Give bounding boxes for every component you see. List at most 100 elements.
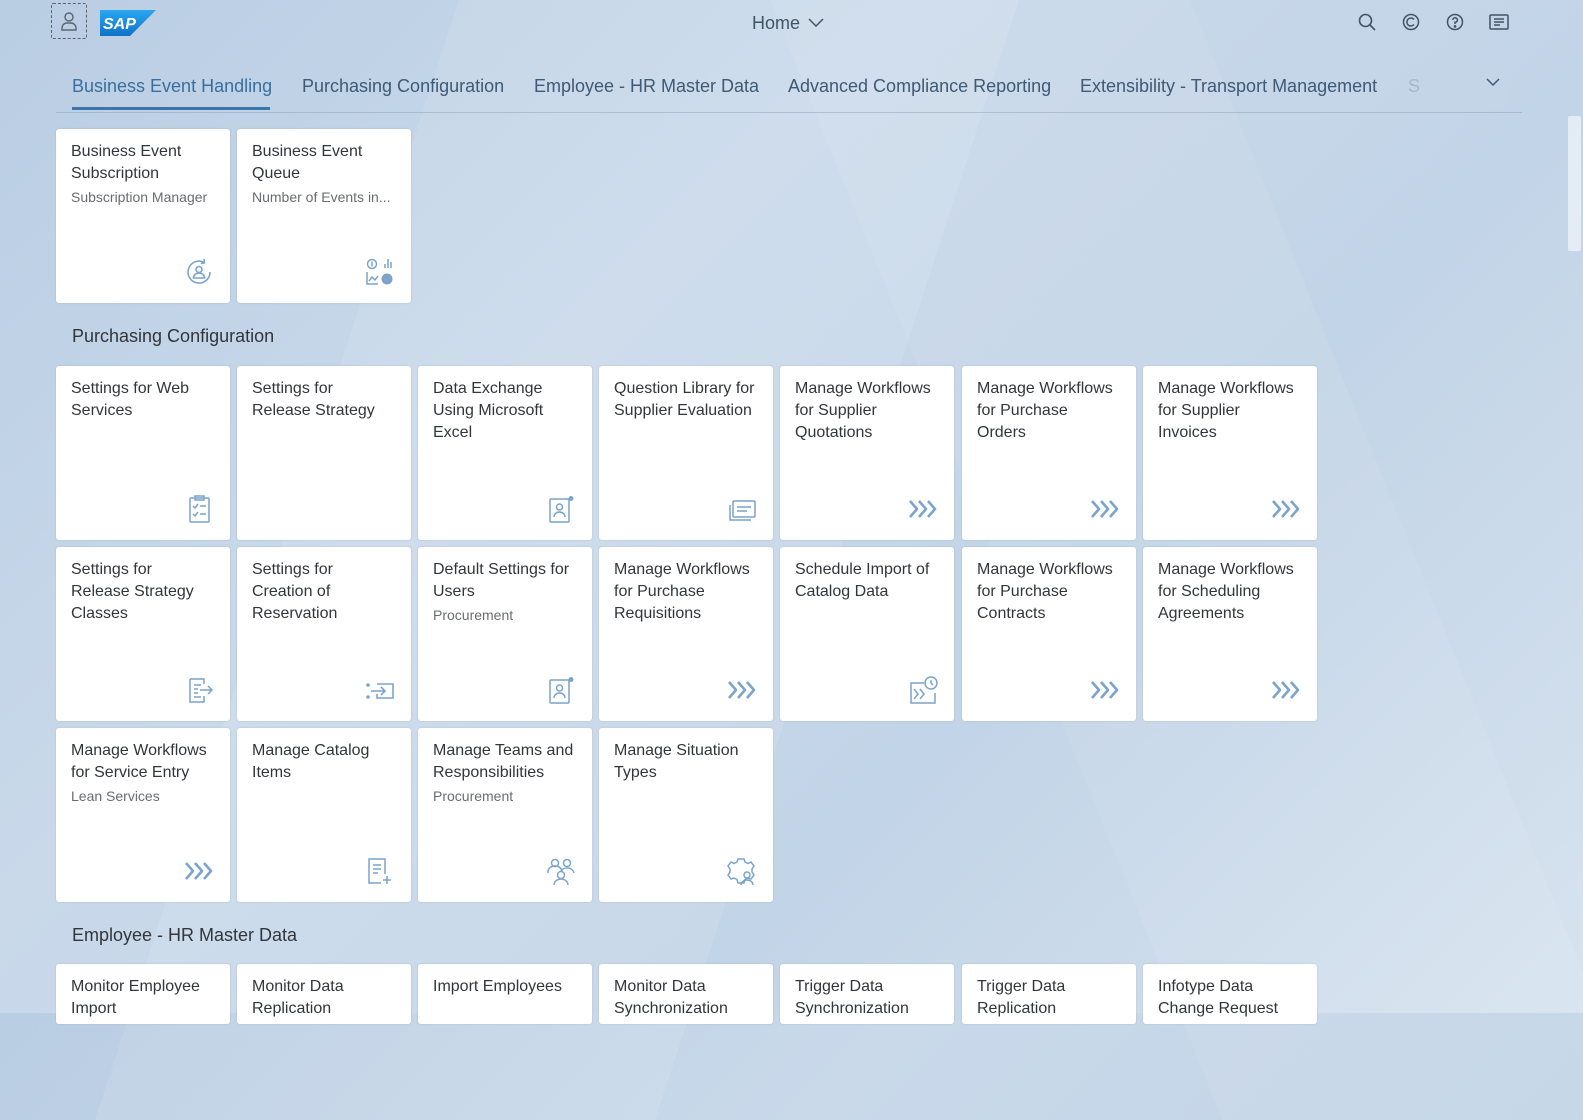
tile-manage-catalog-items[interactable]: Manage Catalog Items bbox=[237, 728, 411, 902]
tile-title: Manage Workflows for Scheduling Agreemen… bbox=[1158, 561, 1294, 622]
document-arrow-icon bbox=[184, 675, 214, 705]
tile-business-event-queue[interactable]: Business Event Queue Number of Events in… bbox=[237, 129, 411, 303]
tile-title: Manage Workflows for Supplier Quotations bbox=[795, 380, 931, 441]
copilot-icon bbox=[1402, 13, 1420, 31]
search-icon bbox=[1358, 13, 1376, 31]
tile-title: Schedule Import of Catalog Data bbox=[795, 561, 930, 600]
tile-title: Infotype Data Change Request bbox=[1158, 978, 1279, 1017]
tile-workflows-purchase-requisitions[interactable]: Manage Workflows for Purchase Requisitio… bbox=[599, 547, 773, 721]
tile-import-employees[interactable]: Import Employees bbox=[418, 964, 592, 1024]
tile-title: Manage Workflows for Supplier Invoices bbox=[1158, 380, 1294, 441]
tab-extensibility-transport-management[interactable]: Extensibility - Transport Management bbox=[1080, 76, 1377, 97]
workflow-icon bbox=[184, 856, 214, 886]
add-document-icon bbox=[365, 856, 395, 886]
tile-workflows-supplier-invoices[interactable]: Manage Workflows for Supplier Invoices bbox=[1143, 366, 1317, 540]
copilot-button[interactable] bbox=[1400, 11, 1422, 33]
tile-monitor-employee-import[interactable]: Monitor Employee Import bbox=[56, 964, 230, 1024]
checklist-icon bbox=[184, 494, 214, 524]
subscription-icon bbox=[184, 257, 214, 287]
tile-default-settings-users[interactable]: Default Settings for Users Procurement bbox=[418, 547, 592, 721]
home-title-menu[interactable]: Home bbox=[752, 10, 824, 36]
tile-manage-teams-responsibilities[interactable]: Manage Teams and Responsibilities Procur… bbox=[418, 728, 592, 902]
tile-title: Business Event Queue bbox=[252, 143, 363, 182]
page-title: Home bbox=[752, 12, 801, 33]
tile-manage-situation-types[interactable]: Manage Situation Types bbox=[599, 728, 773, 902]
tile-trigger-data-synchronization[interactable]: Trigger Data Synchronization bbox=[780, 964, 954, 1024]
vertical-scrollbar[interactable] bbox=[1568, 116, 1581, 251]
tile-title: Manage Workflows for Purchase Orders bbox=[977, 380, 1113, 441]
workflow-icon bbox=[1090, 494, 1120, 524]
tile-title: Import Employees bbox=[433, 978, 562, 995]
user-gear-icon bbox=[727, 856, 757, 886]
tile-title: Monitor Data Replication bbox=[252, 978, 344, 1017]
workflow-icon bbox=[1271, 494, 1301, 524]
tile-infotype-data-change-request[interactable]: Infotype Data Change Request bbox=[1143, 964, 1317, 1024]
tile-workflows-service-entry[interactable]: Manage Workflows for Service Entry Lean … bbox=[56, 728, 230, 902]
tile-question-library[interactable]: Question Library for Supplier Evaluation bbox=[599, 366, 773, 540]
tile-workflows-purchase-orders[interactable]: Manage Workflows for Purchase Orders bbox=[962, 366, 1136, 540]
card-stack-icon bbox=[727, 494, 757, 524]
scheduled-workflow-icon bbox=[908, 675, 938, 705]
tab-advanced-compliance-reporting[interactable]: Advanced Compliance Reporting bbox=[788, 76, 1051, 97]
tile-subtitle: Number of Events in... bbox=[252, 189, 391, 205]
tile-monitor-data-replication[interactable]: Monitor Data Replication bbox=[237, 964, 411, 1024]
tile-creation-of-reservation[interactable]: Settings for Creation of Reservation bbox=[237, 547, 411, 721]
user-icon bbox=[61, 12, 77, 31]
help-button[interactable] bbox=[1444, 11, 1466, 33]
tile-title: Trigger Data Synchronization bbox=[795, 978, 909, 1017]
list-enter-icon bbox=[365, 675, 395, 705]
chevron-down-icon bbox=[808, 18, 824, 28]
analytics-icon bbox=[365, 257, 395, 287]
notifications-button[interactable] bbox=[1488, 11, 1510, 33]
tile-workflows-supplier-quotations[interactable]: Manage Workflows for Supplier Quotations bbox=[780, 366, 954, 540]
tile-subtitle: Procurement bbox=[433, 788, 514, 804]
tile-settings-release-strategy[interactable]: Settings for Release Strategy bbox=[237, 366, 411, 540]
active-tab-indicator bbox=[72, 107, 270, 110]
user-settings-icon bbox=[546, 675, 576, 705]
tile-workflows-scheduling-agreements[interactable]: Manage Workflows for Scheduling Agreemen… bbox=[1143, 547, 1317, 721]
workflow-icon bbox=[908, 494, 938, 524]
tile-settings-web-services[interactable]: Settings for Web Services bbox=[56, 366, 230, 540]
tile-title: Business Event Subscription bbox=[71, 143, 182, 182]
tile-title: Manage Teams and Responsibilities bbox=[433, 742, 574, 781]
chevron-down-icon bbox=[1486, 78, 1500, 87]
tabs-overflow-button[interactable] bbox=[1486, 74, 1508, 96]
tile-trigger-data-replication[interactable]: Trigger Data Replication bbox=[962, 964, 1136, 1024]
help-icon bbox=[1446, 13, 1464, 31]
anchor-navigation-bar: Business Event Handling Purchasing Confi… bbox=[56, 62, 1522, 113]
tab-purchasing-configuration[interactable]: Purchasing Configuration bbox=[302, 76, 504, 97]
shell-header: SAP Home bbox=[0, 0, 1583, 48]
tile-release-strategy-classes[interactable]: Settings for Release Strategy Classes bbox=[56, 547, 230, 721]
workflow-icon bbox=[1271, 675, 1301, 705]
tile-title: Monitor Employee Import bbox=[71, 978, 200, 1017]
user-settings-icon bbox=[546, 494, 576, 524]
tile-title: Manage Situation Types bbox=[614, 742, 739, 781]
tile-data-exchange-excel[interactable]: Data Exchange Using Microsoft Excel bbox=[418, 366, 592, 540]
tab-employee-hr-master-data[interactable]: Employee - HR Master Data bbox=[534, 76, 759, 97]
section-title-employee-hr-master-data: Employee - HR Master Data bbox=[72, 925, 298, 945]
tile-schedule-import-catalog[interactable]: Schedule Import of Catalog Data bbox=[780, 547, 954, 721]
tile-title: Monitor Data Synchronization bbox=[614, 978, 728, 1017]
tile-title: Manage Workflows for Purchase Requisitio… bbox=[614, 561, 750, 622]
tile-subtitle: Subscription Manager bbox=[71, 189, 208, 205]
sap-logo[interactable]: SAP bbox=[100, 10, 156, 36]
tile-monitor-data-synchronization[interactable]: Monitor Data Synchronization bbox=[599, 964, 773, 1024]
tile-title: Manage Workflows for Service Entry bbox=[71, 742, 207, 781]
tile-subtitle: Lean Services bbox=[71, 788, 160, 804]
team-icon bbox=[546, 856, 576, 886]
tile-title: Settings for Release Strategy Classes bbox=[71, 561, 194, 622]
section-title-purchasing-configuration: Purchasing Configuration bbox=[72, 326, 275, 346]
tile-title: Default Settings for Users bbox=[433, 561, 570, 600]
tile-business-event-subscription[interactable]: Business Event Subscription Subscription… bbox=[56, 129, 230, 303]
tile-title: Settings for Release Strategy bbox=[252, 380, 375, 419]
tile-title: Trigger Data Replication bbox=[977, 978, 1066, 1017]
tile-title: Settings for Web Services bbox=[71, 380, 189, 419]
tile-workflows-purchase-contracts[interactable]: Manage Workflows for Purchase Contracts bbox=[962, 547, 1136, 721]
tile-title: Manage Catalog Items bbox=[252, 742, 370, 781]
tab-business-event-handling[interactable]: Business Event Handling bbox=[72, 76, 272, 97]
user-profile-button[interactable] bbox=[51, 3, 87, 39]
workflow-icon bbox=[1090, 675, 1120, 705]
tile-title: Manage Workflows for Purchase Contracts bbox=[977, 561, 1113, 622]
tile-subtitle: Procurement bbox=[433, 607, 514, 623]
search-button[interactable] bbox=[1356, 11, 1378, 33]
